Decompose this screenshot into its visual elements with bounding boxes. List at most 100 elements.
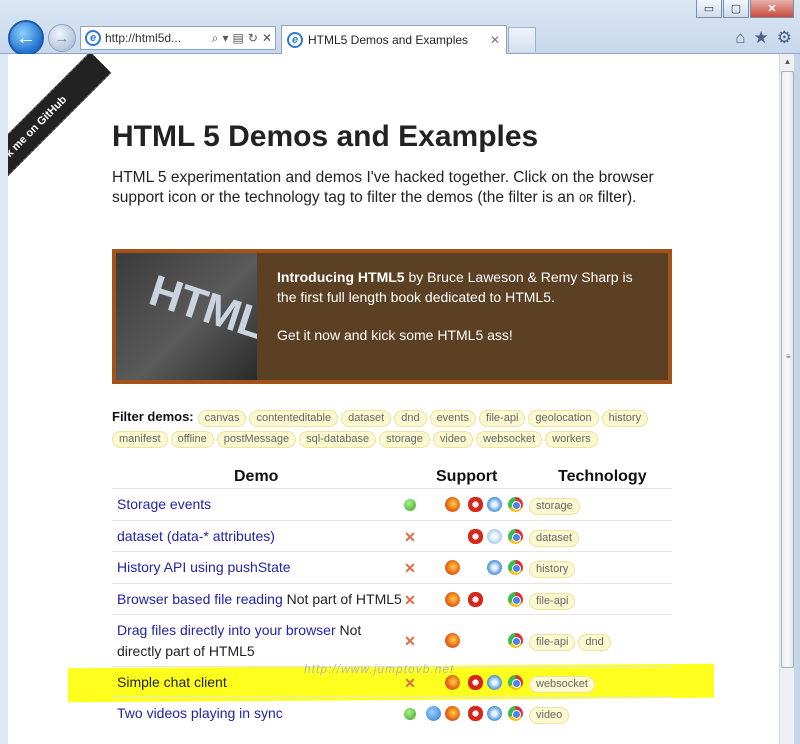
stop-icon[interactable]: ✕ — [262, 31, 272, 46]
tab-html5-demos[interactable]: e HTML5 Demos and Examples ✕ — [281, 25, 507, 54]
refresh-icon[interactable]: ↻ — [248, 31, 258, 46]
unsupported-status-icon[interactable]: ✕ — [404, 676, 416, 690]
filter-tag-canvas[interactable]: canvas — [197, 410, 247, 427]
search-icon[interactable]: ⌕ — [212, 31, 219, 46]
filter-tag-sql-database[interactable]: sql-database — [299, 431, 377, 448]
chrome-icon[interactable] — [508, 529, 523, 544]
opera-icon[interactable] — [468, 529, 483, 544]
close-tab-icon[interactable]: ✕ — [490, 33, 500, 47]
filter-tag-contenteditable[interactable]: contenteditable — [249, 410, 339, 427]
filter-tag-workers[interactable]: workers — [545, 431, 598, 448]
firefox-icon[interactable] — [445, 675, 460, 690]
gear-icon[interactable]: ⚙ — [777, 28, 792, 48]
tech-tag-file-api[interactable]: file-api — [529, 593, 576, 610]
back-button[interactable]: ← — [8, 20, 44, 56]
ie-page-icon: e — [85, 30, 101, 46]
safari-icon[interactable] — [487, 497, 502, 512]
filter-tag-offline[interactable]: offline — [170, 431, 214, 448]
intro-text: HTML 5 experimentation and demos I've ha… — [112, 169, 654, 206]
tech-tag-storage[interactable]: storage — [529, 498, 580, 515]
demo-link[interactable]: History API using pushState — [117, 559, 291, 575]
tech-tag-history[interactable]: history — [529, 561, 576, 578]
filter-tag-storage[interactable]: storage — [379, 431, 430, 448]
safari-icon[interactable] — [487, 675, 502, 690]
unsupported-status-icon[interactable]: ✕ — [404, 593, 416, 607]
demo-note: Not part of HTML5 — [282, 591, 402, 607]
page-viewport: Fork me on GitHub HTML 5 Demos and Examp… — [8, 54, 779, 744]
window-controls: ▭ ▢ ✕ — [696, 0, 794, 18]
maximize-button[interactable]: ▢ — [723, 0, 749, 18]
firefox-icon[interactable] — [445, 560, 460, 575]
dropdown-icon[interactable]: ▾ — [223, 31, 229, 46]
firefox-icon[interactable] — [445, 633, 460, 648]
book-promo[interactable]: HTML 5 Introducing HTML5 by Bruce Laweso… — [112, 249, 672, 384]
filter-tags: Filter demos: canvas contenteditable datase… — [112, 406, 672, 450]
filter-tag-events[interactable]: events — [429, 410, 476, 427]
chrome-icon[interactable] — [508, 633, 523, 648]
tech-tag-dataset[interactable]: dataset — [529, 530, 580, 547]
demo-table-header: Demo Support Technology — [112, 466, 672, 488]
unsupported-status-icon[interactable]: ✕ — [404, 634, 416, 648]
table-row: Two videos playing in sync video — [112, 697, 672, 728]
chrome-icon[interactable] — [508, 706, 523, 721]
opera-icon[interactable] — [468, 706, 483, 721]
compatibility-icon[interactable]: ▤ — [233, 31, 244, 46]
chrome-icon[interactable] — [508, 592, 523, 607]
opera-icon[interactable] — [468, 497, 483, 512]
opera-icon[interactable] — [468, 675, 483, 690]
filter-tag-geolocation[interactable]: geolocation — [528, 410, 599, 427]
filter-tag-history[interactable]: history — [601, 410, 649, 427]
tech-tag-dnd[interactable]: dnd — [578, 634, 611, 651]
unsupported-status-icon[interactable]: ✕ — [404, 530, 416, 544]
safari-icon[interactable] — [487, 529, 502, 544]
filter-tag-video[interactable]: video — [432, 431, 474, 448]
demo-link[interactable]: Simple chat client — [117, 674, 227, 690]
minimize-button[interactable]: ▭ — [696, 0, 722, 18]
forward-button[interactable]: → — [48, 24, 76, 52]
book-cover-image[interactable]: HTML 5 — [116, 253, 258, 380]
demo-link[interactable]: Storage events — [117, 496, 211, 512]
browser-toolbar: ▭ ▢ ✕ ← → e http://html5d... ⌕ ▾ ▤ ↻ ✕ e… — [0, 0, 800, 56]
chrome-icon[interactable] — [508, 497, 523, 512]
close-window-button[interactable]: ✕ — [750, 0, 794, 18]
filter-label: Filter demos: — [112, 409, 194, 424]
tech-tag-file-api[interactable]: file-api — [529, 634, 576, 651]
scroll-up-icon[interactable]: ▲ — [780, 54, 795, 69]
demo-link[interactable]: Browser based file reading — [117, 591, 283, 607]
tech-tag-video[interactable]: video — [529, 707, 570, 724]
safari-icon[interactable] — [487, 560, 502, 575]
new-tab-button[interactable] — [508, 27, 536, 52]
filter-tag-websocket[interactable]: websocket — [476, 431, 543, 448]
github-ribbon[interactable]: Fork me on GitHub — [8, 54, 112, 215]
tech-tag-websocket[interactable]: websocket — [529, 676, 595, 693]
supported-status-icon[interactable] — [404, 708, 416, 720]
filter-tag-dnd[interactable]: dnd — [394, 410, 427, 427]
col-technology: Technology — [558, 468, 647, 485]
promo-cta[interactable]: Get it now and kick some HTML5 ass! — [277, 325, 650, 345]
opera-icon[interactable] — [468, 592, 483, 607]
table-row: Browser based file reading Not part of H… — [112, 583, 672, 614]
filter-tag-dataset[interactable]: dataset — [341, 410, 392, 427]
unsupported-status-icon[interactable]: ✕ — [404, 561, 416, 575]
scrollbar-thumb[interactable]: ≡ — [781, 71, 794, 668]
ie-tab-icon: e — [287, 32, 303, 48]
firefox-icon[interactable] — [445, 497, 460, 512]
chrome-icon[interactable] — [508, 675, 523, 690]
filter-tag-manifest[interactable]: manifest — [112, 431, 168, 448]
demo-link[interactable]: dataset (data-* attributes) — [117, 528, 275, 544]
col-support: Support — [436, 468, 498, 485]
supported-status-icon[interactable] — [404, 499, 416, 511]
vertical-scrollbar[interactable]: ▲ ≡ — [779, 54, 794, 744]
demo-link[interactable]: Two videos playing in sync — [117, 705, 283, 721]
address-bar[interactable]: e http://html5d... ⌕ ▾ ▤ ↻ ✕ — [80, 26, 276, 50]
firefox-icon[interactable] — [445, 592, 460, 607]
demo-link[interactable]: Drag files directly into your browser — [117, 622, 336, 638]
chrome-icon[interactable] — [508, 560, 523, 575]
home-icon[interactable]: ⌂ — [735, 28, 745, 48]
favorites-star-icon[interactable]: ★ — [754, 28, 769, 48]
firefox-icon[interactable] — [445, 706, 460, 721]
filter-tag-postmessage[interactable]: postMessage — [216, 431, 297, 448]
safari-icon[interactable] — [487, 706, 502, 721]
ie-browser-icon[interactable] — [426, 706, 441, 721]
filter-tag-file-api[interactable]: file-api — [478, 410, 526, 427]
